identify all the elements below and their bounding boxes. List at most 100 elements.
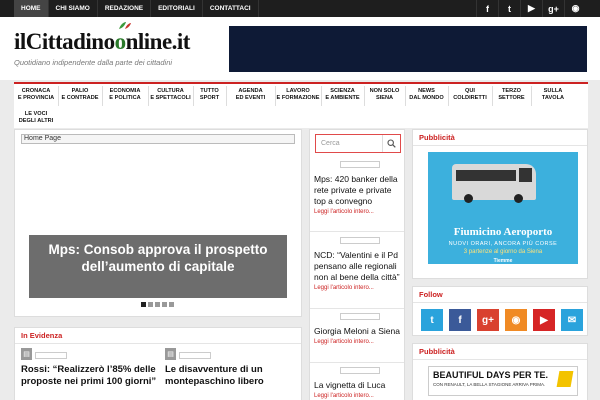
search-placeholder: Cerca xyxy=(321,140,340,147)
nav-item[interactable]: PALIO E CONTRADE xyxy=(58,88,102,102)
document-icon: ▤ xyxy=(165,348,176,360)
header-ad-banner[interactable] xyxy=(229,26,587,72)
slider-dot[interactable] xyxy=(148,302,153,307)
nav-item[interactable]: SCIENZA E AMBIENTE xyxy=(321,88,364,102)
nav-item-label: DEGLI ALTRI xyxy=(18,118,54,124)
latest-news-column: Cerca Mps: 420 banker della rete private… xyxy=(309,129,405,400)
rss-icon[interactable]: ◉ xyxy=(564,0,586,17)
nav-item[interactable]: LE VOCI DEGLI ALTRI xyxy=(14,111,58,125)
article-title[interactable]: Giorgia Meloni a Siena xyxy=(314,326,402,337)
rss-icon[interactable]: ◉ xyxy=(505,309,527,331)
nav-item-label: SETTORE xyxy=(498,95,525,101)
nav-item-label: E FORMAZIONE xyxy=(276,95,320,101)
nav-item-label: AGENDA xyxy=(238,88,263,94)
list-item[interactable]: La vignetta di Luca Leggi l'articolo int… xyxy=(314,367,402,399)
facebook-icon[interactable]: f xyxy=(476,0,498,17)
nav-item[interactable]: NON SOLO SIENA xyxy=(364,88,405,102)
nav-item-label: COLDIRETTI xyxy=(453,95,487,101)
ad-subtitle: NUOVI ORARI, ANCORA PIÙ CORSE xyxy=(448,241,558,247)
twitter-icon[interactable]: t xyxy=(498,0,520,17)
search-input[interactable]: Cerca xyxy=(315,134,401,153)
nav-item[interactable]: CULTURA E SPETTACOLI xyxy=(148,88,193,102)
bus-image xyxy=(452,164,536,203)
list-item[interactable]: Giorgia Meloni a Siena Leggi l'articolo … xyxy=(314,313,402,345)
nav-item[interactable]: QUI COLDIRETTI xyxy=(448,88,492,102)
top-bar: HOME CHI SIAMO REDAZIONE EDITORIALI CONT… xyxy=(0,0,600,17)
evidenza-item[interactable]: ▤ Rossi: “Realizzerò l’85% delle propost… xyxy=(21,348,157,388)
meta-bar xyxy=(340,237,380,244)
topnav-chi-siamo[interactable]: CHI SIAMO xyxy=(49,0,98,17)
article-title[interactable]: Mps: 420 banker della rete private e pri… xyxy=(314,174,402,207)
nav-item[interactable]: ECONOMIA E POLITICA xyxy=(102,88,148,102)
meta-bar xyxy=(340,161,380,168)
nav-item-label: SPORT xyxy=(199,95,220,101)
slider-caption[interactable]: Mps: Consob approva il prospetto dell’au… xyxy=(29,235,287,298)
googleplus-icon[interactable]: g+ xyxy=(542,0,564,17)
nav-item-label: PALIO xyxy=(71,88,89,94)
list-item[interactable]: NCD: “Valentini e il Pd pensano alle reg… xyxy=(314,237,402,291)
read-more-link[interactable]: Leggi l'articolo intero... xyxy=(314,393,402,399)
nav-item[interactable]: NEWS DAL MONDO xyxy=(405,88,448,102)
slider-dot[interactable] xyxy=(155,302,160,307)
nav-item-label: SIENA xyxy=(375,95,394,101)
in-evidenza-section: In Evidenza ▤ Rossi: “Realizzerò l’85% d… xyxy=(14,327,302,400)
nav-item[interactable]: AGENDA ED EVENTI xyxy=(226,88,275,102)
fiumicino-ad[interactable]: Fiumicino Aeroporto NUOVI ORARI, ANCORA … xyxy=(428,152,578,264)
evidenza-title[interactable]: Le disavventure di un montepaschino libe… xyxy=(165,364,301,388)
nav-item-label: ECONOMIA xyxy=(109,88,141,94)
topnav-redazione[interactable]: REDAZIONE xyxy=(98,0,152,17)
section-title: Pubblicità xyxy=(413,344,587,360)
search-button[interactable] xyxy=(382,135,400,152)
renault-ad[interactable]: BEAUTIFUL DAYS PER TE. CON RENAULT, LA B… xyxy=(428,366,578,396)
list-item[interactable]: Mps: 420 banker della rete private e pri… xyxy=(314,161,402,215)
nav-item-label: ED EVENTI xyxy=(235,95,266,101)
meta-bar xyxy=(179,352,211,359)
slider-dot[interactable] xyxy=(169,302,174,307)
nav-item-label: E AMBIENTE xyxy=(325,95,360,101)
youtube-icon[interactable]: ▶ xyxy=(520,0,542,17)
read-more-link[interactable]: Leggi l'articolo intero... xyxy=(314,339,402,345)
article-title[interactable]: NCD: “Valentini e il Pd pensano alle reg… xyxy=(314,250,402,283)
slider-dot[interactable] xyxy=(162,302,167,307)
nav-item-label: E CONTRADE xyxy=(61,95,99,101)
nav-item[interactable]: SULLA TAVOLA xyxy=(531,88,575,102)
ad-tagline: 3 partenze al giorno da Siena xyxy=(463,249,543,255)
topnav-editoriali[interactable]: EDITORIALI xyxy=(151,0,203,17)
nav-item-label: NEWS xyxy=(418,88,435,94)
topnav-contattaci[interactable]: CONTATTACI xyxy=(203,0,259,17)
googleplus-icon[interactable]: g+ xyxy=(477,309,499,331)
featured-slider[interactable]: Home Page Mps: Consob approva il prospet… xyxy=(14,129,302,317)
facebook-icon[interactable]: f xyxy=(449,309,471,331)
search-icon xyxy=(387,139,396,148)
site-header: ilCittadinoonline.it Quotidiano indipend… xyxy=(0,17,600,80)
nav-item-label: QUI xyxy=(465,88,475,94)
ad-title: Fiumicino Aeroporto xyxy=(453,226,553,238)
nav-item[interactable]: TUTTO SPORT xyxy=(193,88,226,102)
email-icon[interactable]: ✉ xyxy=(561,309,583,331)
site-logo[interactable]: ilCittadinoonline.it xyxy=(14,22,190,55)
follow-box: Follow t f g+ ◉ ▶ ✉ xyxy=(412,286,588,336)
nav-item-label: CRONACA xyxy=(21,88,51,94)
nav-item[interactable]: LAVORO E FORMAZIONE xyxy=(275,88,321,102)
youtube-icon[interactable]: ▶ xyxy=(533,309,555,331)
document-icon: ▤ xyxy=(21,348,32,360)
nav-item-label: TERZO xyxy=(502,88,521,94)
read-more-link[interactable]: Leggi l'articolo intero... xyxy=(314,285,402,291)
nav-item-label: TAVOLA xyxy=(541,95,565,101)
nav-item-label: DAL MONDO xyxy=(409,95,444,101)
nav-item-label: LAVORO xyxy=(286,88,310,94)
divider xyxy=(310,231,404,232)
site-tagline: Quotidiano indipendente dalla parte dei … xyxy=(14,58,173,67)
twitter-icon[interactable]: t xyxy=(421,309,443,331)
divider xyxy=(310,362,404,363)
main-nav: CRONACA E PROVINCIA PALIO E CONTRADE ECONOMI… xyxy=(14,82,588,128)
nav-item[interactable]: TERZO SETTORE xyxy=(492,88,531,102)
nav-item[interactable]: CRONACA E PROVINCIA xyxy=(14,88,58,102)
evidenza-item[interactable]: ▤ Le disavventure di un montepaschino li… xyxy=(165,348,301,388)
read-more-link[interactable]: Leggi l'articolo intero... xyxy=(314,209,402,215)
slider-dot[interactable] xyxy=(141,302,146,307)
evidenza-title[interactable]: Rossi: “Realizzerò l’85% delle proposte … xyxy=(21,364,157,388)
nav-item-label: SCIENZA xyxy=(330,88,355,94)
topnav-home[interactable]: HOME xyxy=(14,0,49,17)
article-title[interactable]: La vignetta di Luca xyxy=(314,380,402,391)
